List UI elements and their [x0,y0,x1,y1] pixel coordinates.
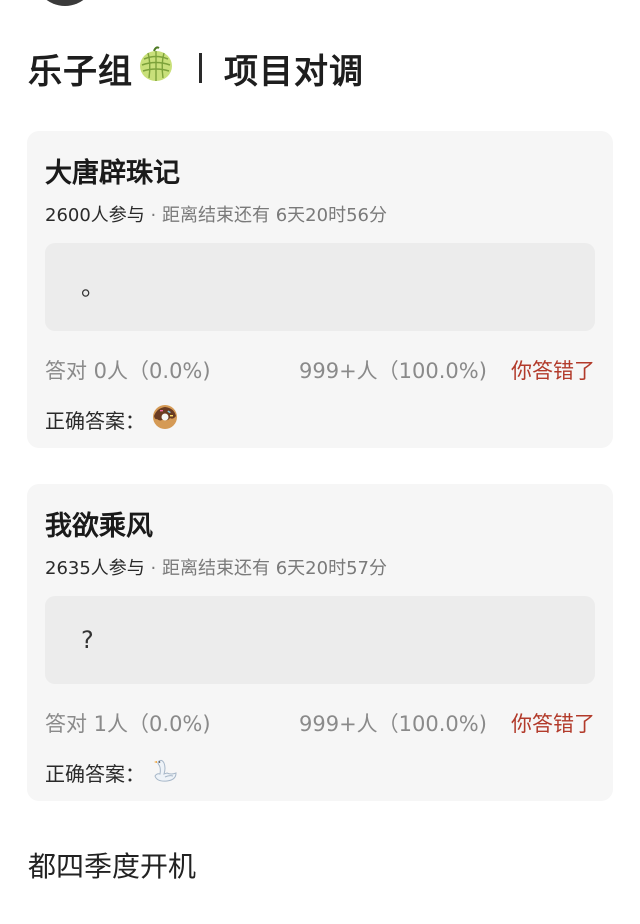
correct-stat: 答对 0人（0.0%) [45,359,211,383]
quiz-meta: 2600人参与 · 距离结束还有 6天20时56分 [45,201,387,227]
wrong-stat: 999+人（100.0%) [299,712,487,736]
quiz-card[interactable]: 大唐辟珠记 2600人参与 · 距离结束还有 6天20时56分 。 答对 0人（… [27,131,613,448]
avatar[interactable] [34,0,96,6]
quiz-title: 大唐辟珠记 [45,158,180,189]
wrong-stat: 999+人（100.0%) [299,359,487,383]
quiz-stats: 答对 0人（0.0%) 999+人（100.0%) 你答错了 [45,355,595,385]
user-answer-box: 。 [45,243,595,331]
correct-stat: 答对 1人（0.0%) [45,712,211,736]
group-name: 乐子组 [28,51,133,92]
verdict-label: 你答错了 [511,712,595,736]
correct-answer-row: 正确答案： [45,403,179,436]
time-remaining: · 距离结束还有 6天20时56分 [150,205,387,226]
user-answer: 。 [81,273,105,301]
section-title: 项目对调 [224,51,364,92]
quiz-stats: 答对 1人（0.0%) 999+人（100.0%) 你答错了 [45,708,595,738]
donut-icon [151,403,179,436]
quiz-meta: 2635人参与 · 距离结束还有 6天20时57分 [45,554,387,580]
correct-answer-label: 正确答案： [45,409,145,433]
correct-answer-row: 正确答案： [45,756,179,789]
correct-answer-label: 正确答案： [45,762,145,786]
time-remaining: · 距离结束还有 6天20时57分 [150,558,387,579]
participant-count: 2635人参与 [45,558,145,579]
verdict-label: 你答错了 [511,359,595,383]
user-answer: ? [81,626,94,654]
swan-icon [151,756,179,789]
post-body-text: 都四季度开机 [28,850,197,883]
header-divider [199,53,202,83]
melon-icon [137,45,175,92]
participant-count: 2600人参与 [45,205,145,226]
user-answer-box: ? [45,596,595,684]
post-header: 乐子组 项目对调 [28,44,364,92]
quiz-title: 我欲乘风 [45,511,153,542]
quiz-card[interactable]: 我欲乘风 2635人参与 · 距离结束还有 6天20时57分 ? 答对 1人（0… [27,484,613,801]
